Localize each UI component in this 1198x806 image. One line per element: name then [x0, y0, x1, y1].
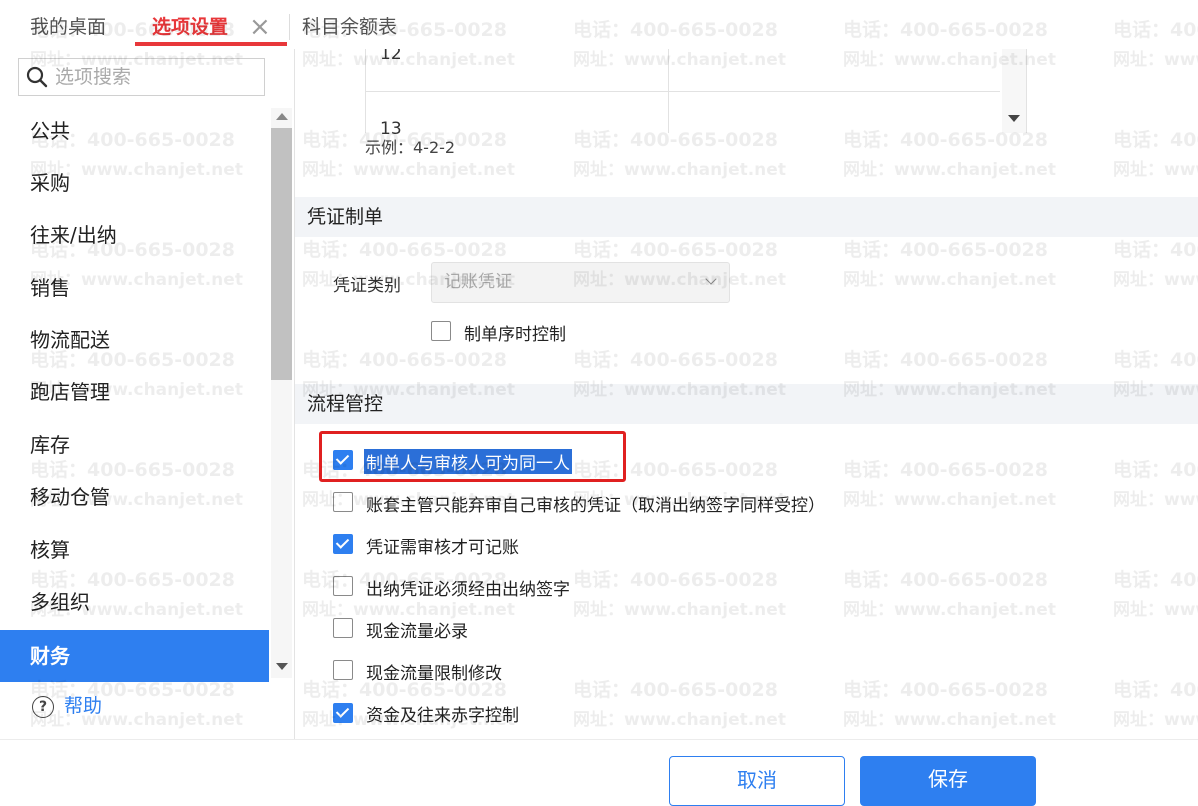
search-input[interactable]: 选项搜索 — [18, 58, 265, 96]
sidebar-item-public[interactable]: 公共 — [0, 105, 269, 157]
option-label: 现金流量限制修改 — [366, 664, 502, 684]
sidebar-item-accounting[interactable]: 核算 — [0, 524, 269, 576]
option-label: 出纳凭证必须经由出纳签字 — [366, 580, 570, 600]
help-icon: ? — [32, 695, 54, 718]
option-label: 凭证需审核才可记账 — [366, 538, 519, 558]
sidebar-item-sales[interactable]: 销售 — [0, 262, 269, 314]
tab-bar: 我的桌面 选项设置 × 科目余额表 — [0, 0, 1198, 50]
voucher-type-label: 凭证类别 — [333, 276, 401, 296]
sidebar-item-purchase[interactable]: 采购 — [0, 157, 269, 209]
help-label: 帮助 — [64, 695, 103, 717]
scroll-up-icon[interactable] — [276, 113, 288, 120]
grid-column-divider — [668, 49, 669, 133]
process-section-title: 流程管控 — [295, 384, 1198, 424]
highlight-box — [319, 431, 626, 482]
voucher-section-title: 凭证制单 — [295, 197, 1198, 237]
checkbox-cashflow-required[interactable] — [333, 618, 353, 638]
scroll-down-icon[interactable] — [276, 663, 288, 670]
checkbox-cashflow-edit-limit[interactable] — [333, 660, 353, 680]
option-label: 现金流量必录 — [366, 622, 468, 642]
help-link[interactable]: ? 帮助 — [32, 692, 102, 720]
grid-cell: 12 — [380, 49, 402, 64]
code-rule-grid: 12 13 — [365, 49, 1027, 139]
sidebar-item-finance[interactable]: 财务 — [0, 630, 269, 682]
sidebar-item-cashier[interactable]: 往来/出纳 — [0, 209, 269, 261]
cancel-button[interactable]: 取消 — [669, 756, 845, 806]
tab-divider — [289, 14, 290, 40]
checkbox-sequential-control[interactable] — [431, 321, 451, 341]
settings-content: 12 13 示例：4-2-2 凭证制单 凭证类别 记账凭证 制单序时控制 流程管… — [295, 49, 1198, 739]
checkbox-deficit-control[interactable] — [333, 703, 353, 723]
checkbox-audit-before-posting[interactable] — [333, 534, 353, 554]
footer-bar: 取消 保存 — [0, 739, 1198, 806]
tab-account-balance[interactable]: 科目余额表 — [302, 0, 397, 49]
option-label: 制单序时控制 — [464, 325, 566, 345]
tab-my-desktop[interactable]: 我的桌面 — [30, 0, 106, 49]
option-label: 账套主管只能弃审自己审核的凭证（取消出纳签字同样受控） — [366, 496, 825, 516]
table-row: 13 — [366, 91, 1000, 139]
scrollbar-thumb[interactable] — [271, 128, 292, 380]
sidebar-item-multi-org[interactable]: 多组织 — [0, 576, 269, 628]
checkbox-cashier-sign[interactable] — [333, 576, 353, 596]
scroll-down-icon[interactable] — [1008, 115, 1020, 122]
active-tab-indicator — [135, 42, 287, 46]
voucher-type-value: 记账凭证 — [444, 272, 512, 292]
sidebar-item-store-visit[interactable]: 跑店管理 — [0, 366, 269, 418]
chevron-down-icon — [705, 273, 717, 285]
close-icon[interactable]: × — [249, 12, 271, 42]
checkbox-supervisor-unaudit[interactable] — [333, 492, 353, 512]
option-label: 资金及往来赤字控制 — [366, 706, 519, 726]
example-text: 示例：4-2-2 — [365, 134, 460, 158]
sidebar-item-logistics[interactable]: 物流配送 — [0, 314, 269, 366]
sidebar-item-inventory[interactable]: 库存 — [0, 419, 269, 471]
table-row: 12 — [366, 49, 1000, 92]
voucher-type-select[interactable]: 记账凭证 — [431, 262, 730, 303]
search-icon — [26, 66, 48, 88]
save-button[interactable]: 保存 — [860, 756, 1036, 806]
search-placeholder: 选项搜索 — [55, 66, 132, 88]
sidebar-scrollbar[interactable] — [271, 108, 292, 678]
sidebar-item-mobile-warehouse[interactable]: 移动仓管 — [0, 471, 269, 523]
grid-scrollbar[interactable] — [1002, 49, 1026, 133]
